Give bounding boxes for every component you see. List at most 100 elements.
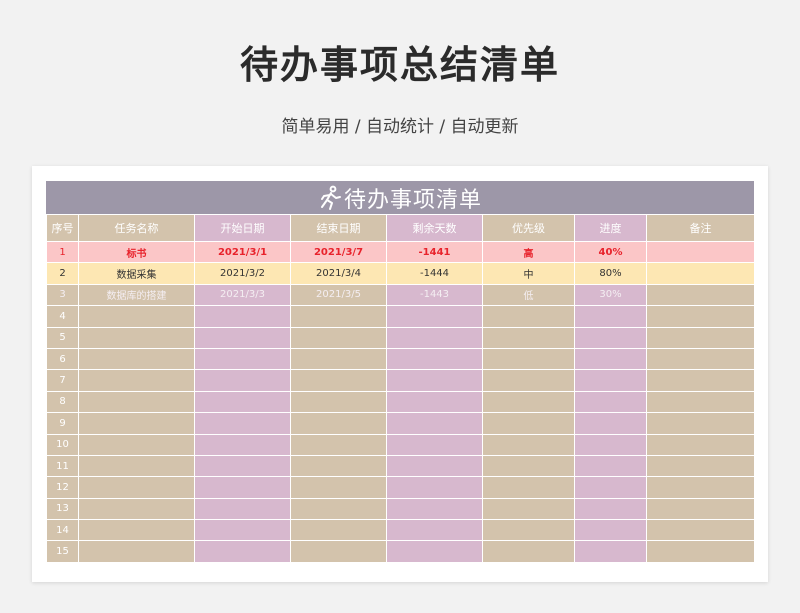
cell-note[interactable] [646, 240, 755, 264]
cell-note[interactable] [646, 497, 755, 521]
cell-progress[interactable] [574, 347, 647, 371]
cell-start-date[interactable] [194, 347, 291, 371]
cell-end-date[interactable]: 2021/3/5 [290, 283, 387, 307]
cell-index[interactable]: 4 [46, 305, 79, 328]
cell-remaining-days[interactable] [386, 305, 483, 328]
cell-start-date[interactable] [194, 519, 291, 542]
cell-start-date[interactable] [194, 369, 291, 392]
cell-remaining-days[interactable] [386, 347, 483, 371]
cell-remaining-days[interactable] [386, 412, 483, 435]
cell-progress[interactable] [574, 369, 647, 392]
cell-index[interactable]: 2 [46, 262, 79, 285]
cell-end-date[interactable] [290, 369, 387, 392]
cell-remaining-days[interactable]: -1441 [386, 240, 483, 264]
cell-index[interactable]: 11 [46, 454, 79, 478]
cell-index[interactable]: 1 [46, 240, 79, 264]
cell-priority[interactable] [482, 519, 575, 542]
cell-note[interactable] [646, 519, 755, 542]
cell-priority[interactable] [482, 412, 575, 435]
cell-priority[interactable] [482, 454, 575, 478]
cell-end-date[interactable] [290, 326, 387, 349]
cell-remaining-days[interactable] [386, 390, 483, 414]
cell-note[interactable] [646, 262, 755, 285]
cell-priority[interactable] [482, 497, 575, 521]
cell-task[interactable] [78, 305, 195, 328]
cell-note[interactable] [646, 454, 755, 478]
cell-remaining-days[interactable] [386, 433, 483, 456]
cell-progress[interactable] [574, 412, 647, 435]
cell-note[interactable] [646, 369, 755, 392]
cell-priority[interactable] [482, 476, 575, 499]
cell-start-date[interactable] [194, 476, 291, 499]
cell-end-date[interactable] [290, 540, 387, 563]
cell-note[interactable] [646, 283, 755, 307]
cell-note[interactable] [646, 476, 755, 499]
cell-note[interactable] [646, 433, 755, 456]
cell-index[interactable]: 7 [46, 369, 79, 392]
cell-end-date[interactable] [290, 519, 387, 542]
cell-index[interactable]: 3 [46, 283, 79, 307]
cell-task[interactable] [78, 476, 195, 499]
cell-progress[interactable] [574, 305, 647, 328]
cell-index[interactable]: 15 [46, 540, 79, 563]
cell-task[interactable] [78, 540, 195, 563]
cell-start-date[interactable] [194, 540, 291, 563]
cell-progress[interactable] [574, 497, 647, 521]
cell-remaining-days[interactable] [386, 369, 483, 392]
cell-task[interactable] [78, 433, 195, 456]
cell-priority[interactable] [482, 540, 575, 563]
cell-task[interactable] [78, 454, 195, 478]
cell-end-date[interactable]: 2021/3/7 [290, 240, 387, 264]
cell-index[interactable]: 14 [46, 519, 79, 542]
cell-priority[interactable] [482, 305, 575, 328]
cell-priority[interactable] [482, 390, 575, 414]
cell-priority[interactable]: 低 [482, 283, 575, 307]
cell-start-date[interactable] [194, 433, 291, 456]
cell-start-date[interactable] [194, 305, 291, 328]
cell-priority[interactable] [482, 369, 575, 392]
cell-progress[interactable] [574, 540, 647, 563]
cell-index[interactable]: 8 [46, 390, 79, 414]
cell-progress[interactable]: 80% [574, 262, 647, 285]
cell-task[interactable] [78, 497, 195, 521]
cell-task[interactable] [78, 326, 195, 349]
cell-start-date[interactable] [194, 454, 291, 478]
cell-progress[interactable] [574, 454, 647, 478]
cell-end-date[interactable] [290, 476, 387, 499]
cell-index[interactable]: 9 [46, 412, 79, 435]
cell-end-date[interactable] [290, 454, 387, 478]
cell-start-date[interactable] [194, 497, 291, 521]
cell-task[interactable]: 数据库的搭建 [78, 283, 195, 307]
cell-task[interactable] [78, 347, 195, 371]
cell-remaining-days[interactable] [386, 476, 483, 499]
cell-end-date[interactable] [290, 433, 387, 456]
cell-start-date[interactable]: 2021/3/1 [194, 240, 291, 264]
cell-priority[interactable]: 中 [482, 262, 575, 285]
cell-priority[interactable] [482, 347, 575, 371]
cell-progress[interactable] [574, 519, 647, 542]
cell-note[interactable] [646, 390, 755, 414]
cell-note[interactable] [646, 347, 755, 371]
cell-progress[interactable]: 40% [574, 240, 647, 264]
cell-start-date[interactable] [194, 326, 291, 349]
cell-remaining-days[interactable] [386, 454, 483, 478]
cell-end-date[interactable] [290, 412, 387, 435]
cell-start-date[interactable] [194, 390, 291, 414]
cell-end-date[interactable] [290, 390, 387, 414]
cell-remaining-days[interactable] [386, 540, 483, 563]
cell-task[interactable]: 数据采集 [78, 262, 195, 285]
cell-priority[interactable]: 高 [482, 240, 575, 264]
cell-note[interactable] [646, 412, 755, 435]
cell-remaining-days[interactable] [386, 326, 483, 349]
cell-end-date[interactable] [290, 305, 387, 328]
cell-remaining-days[interactable]: -1444 [386, 262, 483, 285]
cell-remaining-days[interactable] [386, 519, 483, 542]
cell-index[interactable]: 10 [46, 433, 79, 456]
cell-progress[interactable] [574, 433, 647, 456]
cell-end-date[interactable] [290, 497, 387, 521]
cell-priority[interactable] [482, 326, 575, 349]
cell-task[interactable] [78, 519, 195, 542]
cell-note[interactable] [646, 540, 755, 563]
cell-progress[interactable] [574, 476, 647, 499]
cell-index[interactable]: 12 [46, 476, 79, 499]
